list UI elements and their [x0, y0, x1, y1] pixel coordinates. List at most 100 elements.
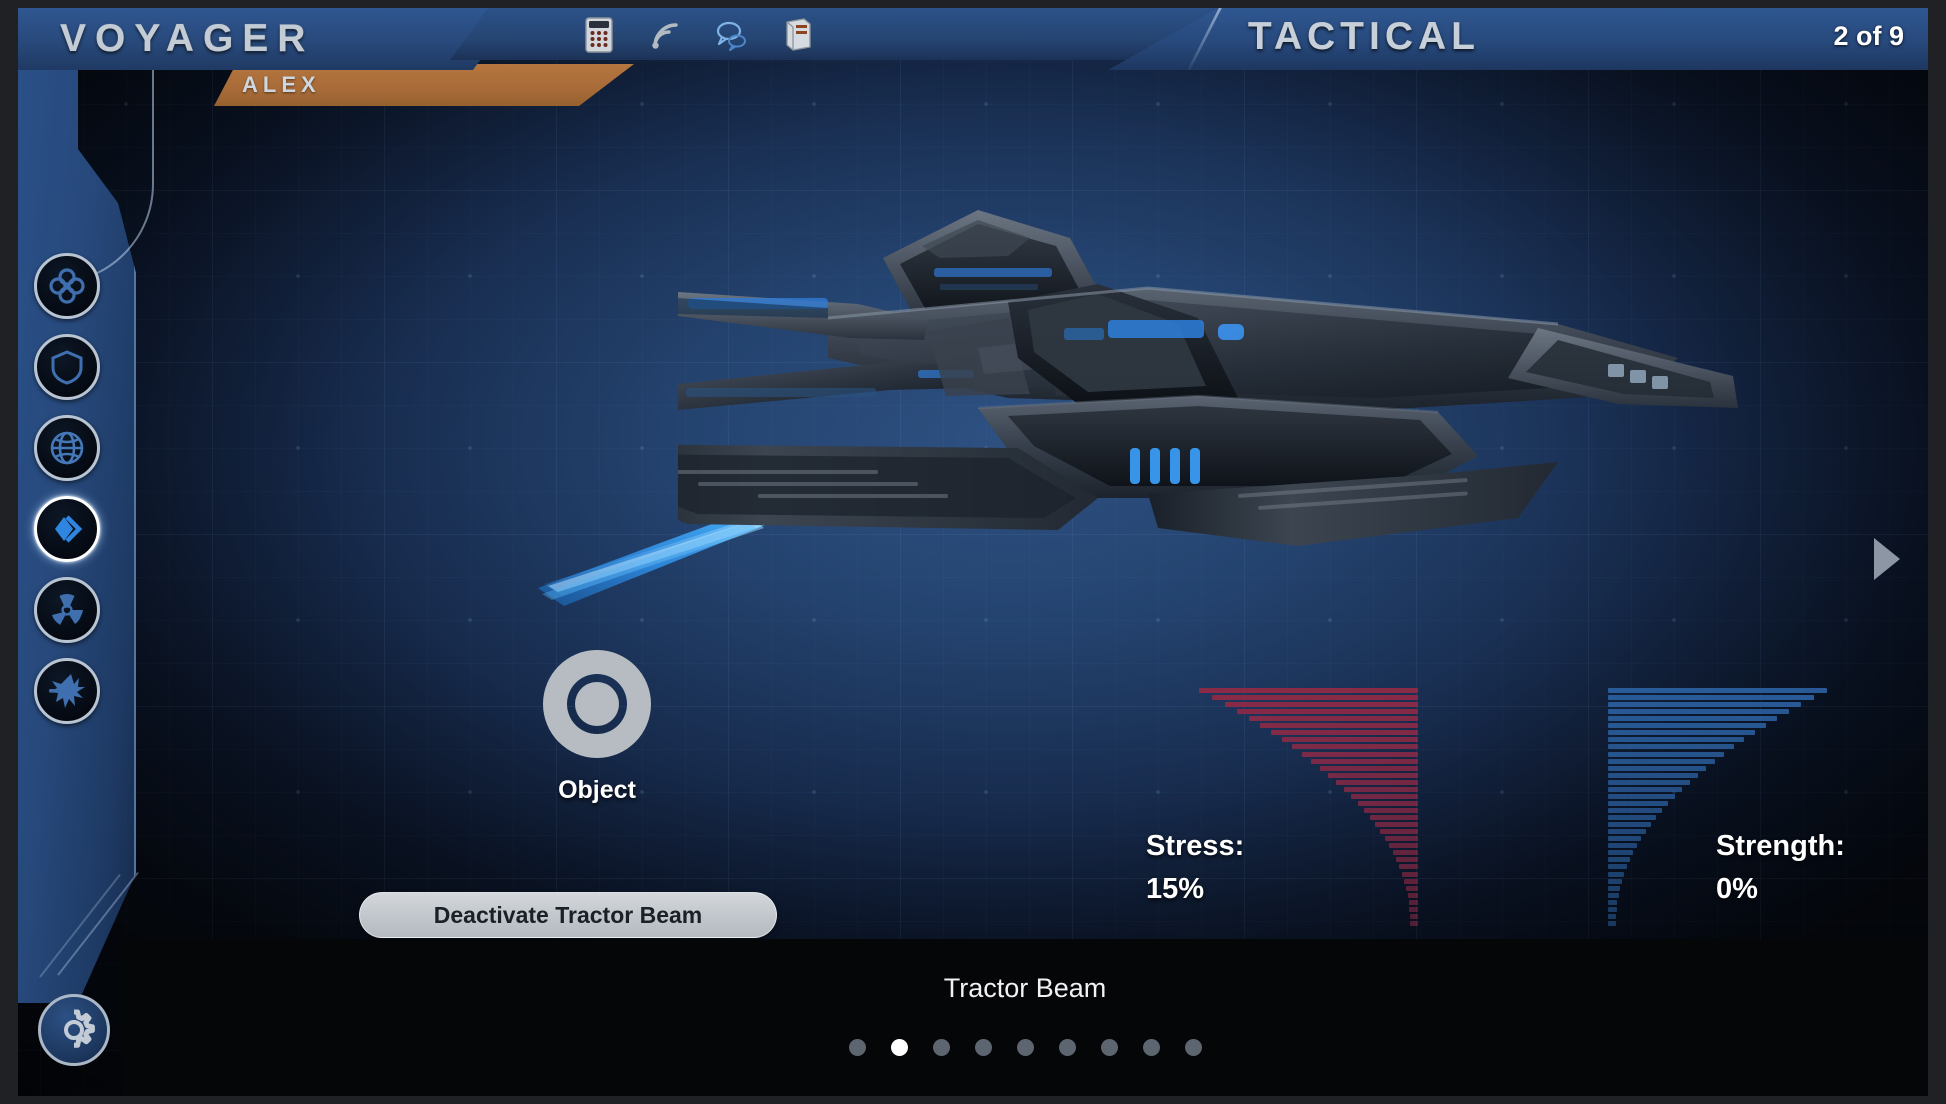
stress-value: 15%: [1146, 873, 1205, 905]
gauge-bar: [1384, 836, 1418, 842]
page-counter: 2 of 9: [1833, 21, 1904, 51]
page-title: TACTICAL: [1247, 15, 1480, 58]
page-dot-9[interactable]: [1184, 1039, 1202, 1056]
gauge-bar: [1311, 758, 1418, 764]
gauge-bar: [1409, 906, 1418, 912]
gauge-bar: [1336, 779, 1418, 785]
sidebar-item-weapons[interactable]: [34, 658, 100, 724]
page-dot-2[interactable]: [890, 1039, 908, 1056]
gauge-bar: [1608, 885, 1620, 891]
gauge-bar: [1608, 786, 1683, 792]
page-dot-7[interactable]: [1100, 1039, 1118, 1056]
page-dot-5[interactable]: [1016, 1039, 1034, 1056]
gauge-bar: [1380, 829, 1418, 835]
gauge-bar: [1282, 737, 1418, 743]
gauge-bar: [1608, 793, 1676, 799]
page-dot-4[interactable]: [974, 1039, 992, 1056]
page-dot-6[interactable]: [1058, 1039, 1076, 1056]
gauge-bar: [1608, 857, 1630, 863]
app-window: Object Stress: 15% Strength: 0% Deactiva…: [18, 8, 1928, 1096]
header-icon-group: [580, 16, 816, 54]
gauge-bar: [1357, 800, 1418, 806]
header-bar: VOYAGER TACTICAL 2 of 9: [18, 8, 1928, 70]
gauge-bar: [1608, 822, 1651, 828]
strength-label: Strength:: [1716, 830, 1845, 862]
gauge-bar: [1301, 751, 1418, 757]
gauge-bar: [1328, 772, 1418, 778]
page-dot-3[interactable]: [932, 1039, 950, 1056]
gauge-bar: [1608, 723, 1766, 729]
sidebar-item-shields[interactable]: [34, 334, 100, 400]
app-brand: VOYAGER: [60, 17, 315, 60]
gauge-bar: [1396, 857, 1418, 863]
sidebar-item-navigation[interactable]: [34, 415, 100, 481]
object-label: Object: [558, 776, 636, 804]
gauge-bar: [1392, 850, 1418, 856]
gauge-bar: [1608, 716, 1777, 722]
gauge-bar: [1608, 772, 1698, 778]
chat-icon[interactable]: [712, 16, 750, 54]
gauge-bar: [1608, 892, 1619, 898]
calculator-icon[interactable]: [580, 16, 618, 54]
gauge-bar: [1608, 730, 1755, 736]
strength-value: 0%: [1716, 873, 1758, 905]
sidebar-item-radiation[interactable]: [34, 577, 100, 643]
deactivate-tractor-beam-button[interactable]: Deactivate Tractor Beam: [359, 892, 777, 938]
gauge-bar: [1608, 808, 1663, 813]
sidebar-item-systems[interactable]: [34, 253, 100, 319]
shield-icon: [51, 350, 83, 385]
next-page-arrow[interactable]: [1870, 536, 1904, 582]
gauge-bar: [1608, 920, 1616, 926]
sidebar-item-tactical[interactable]: [34, 496, 100, 562]
gauge-bar: [1404, 878, 1418, 884]
chevron-double-right-icon: [55, 515, 83, 543]
logbook-icon[interactable]: [778, 16, 816, 54]
globe-icon: [50, 431, 84, 465]
atom-icon: [49, 268, 85, 304]
settings-gear-button[interactable]: [38, 994, 110, 1066]
gauge-bar: [1608, 871, 1625, 877]
signal-icon[interactable]: [646, 16, 684, 54]
gauge-bar: [1388, 843, 1418, 849]
gauge-bar: [1406, 885, 1418, 891]
gauge-bar: [1608, 836, 1642, 842]
gauge-bar: [1608, 878, 1622, 884]
header-right-plate: [1108, 8, 1928, 70]
gauge-bar: [1608, 751, 1725, 757]
target-object[interactable]: Object: [531, 638, 663, 805]
page-dot-1[interactable]: [848, 1039, 866, 1056]
gauge-bar: [1292, 744, 1418, 750]
page-dots: [122, 1039, 1928, 1056]
strength-readout: Strength: 0%: [1716, 830, 1845, 906]
stress-label: Stress:: [1146, 830, 1245, 862]
burst-icon: [49, 674, 85, 708]
current-mode-title: Tractor Beam: [943, 973, 1107, 1003]
gauge-bar: [1608, 737, 1744, 743]
gauge-bar: [1408, 899, 1418, 905]
gauge-bar: [1608, 744, 1734, 750]
gauge-bar: [1608, 758, 1715, 764]
gauge-bar: [1608, 913, 1617, 919]
stress-readout: Stress: 15%: [1146, 830, 1244, 906]
gauge-bar: [1319, 765, 1418, 771]
gauge-bar: [1369, 815, 1418, 821]
radiation-icon: [52, 594, 83, 625]
page-dot-8[interactable]: [1142, 1039, 1160, 1056]
gauge-bar: [1198, 688, 1418, 693]
gauge-bar: [1608, 779, 1690, 785]
sidebar-nav-list: [34, 253, 100, 724]
gauge-bar: [1608, 899, 1618, 905]
gauge-bar: [1409, 913, 1418, 919]
gauge-bar: [1237, 709, 1418, 715]
tactical-viewport: Object Stress: 15% Strength: 0%: [18, 8, 1928, 1096]
gauge-bar: [1212, 695, 1418, 701]
gauge-bar: [1608, 709, 1789, 715]
gauge-bar: [1410, 920, 1418, 926]
gauge-bar: [1399, 864, 1418, 870]
gauge-bar: [1608, 702, 1802, 708]
gauge-bar: [1608, 829, 1646, 835]
user-name-label: ALEX: [242, 72, 321, 97]
gauge-bar: [1401, 871, 1418, 877]
starship-model: [678, 198, 1738, 598]
gauge-bar: [1375, 822, 1418, 828]
